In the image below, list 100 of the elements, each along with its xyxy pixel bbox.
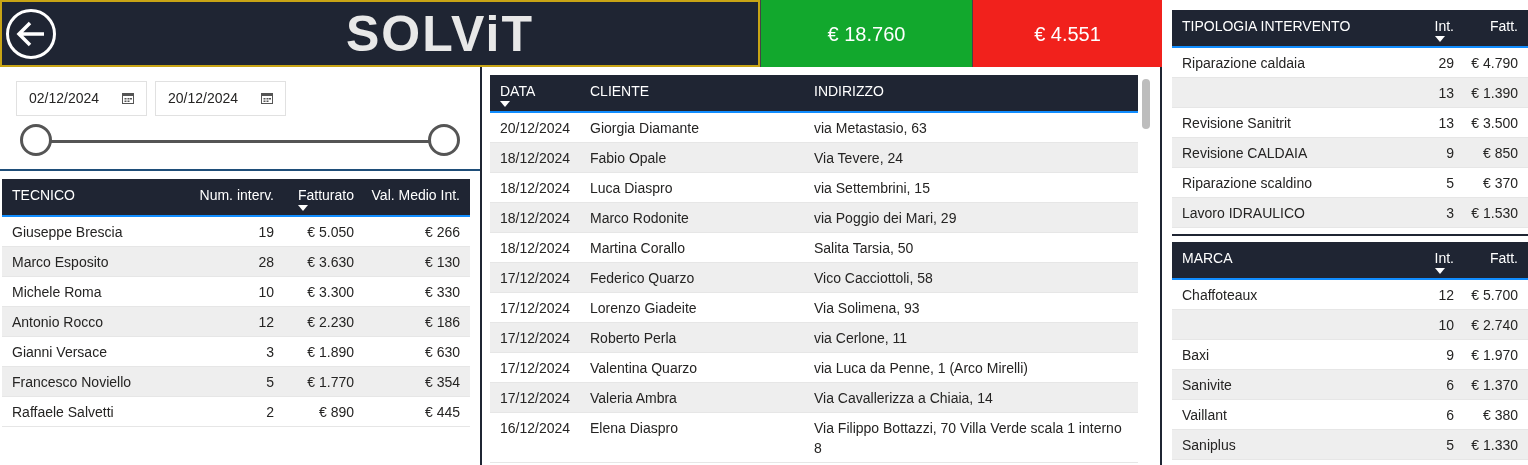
table-cell: € 354 <box>424 374 460 390</box>
table-cell: 18/12/2024 <box>500 240 571 256</box>
table-cell: 10 <box>258 284 274 300</box>
table-cell: 17/12/2024 <box>500 300 571 316</box>
table-cell: Marco Rodonite <box>590 210 689 226</box>
table-cell: Marco Esposito <box>12 254 109 270</box>
table-cell: Valeria Ambra <box>590 390 677 406</box>
table-cell: Roberto Perla <box>590 330 677 346</box>
table-cell: € 2.230 <box>307 314 354 330</box>
table-cell: Lavoro IDRAULICO <box>1182 205 1305 221</box>
table-cell: € 1.330 <box>1471 437 1518 453</box>
table-cell: via Luca da Penne, 1 (Arco Mirelli) <box>814 360 1028 376</box>
table-cell: 5 <box>1446 437 1454 453</box>
table-cell: Luca Diaspro <box>590 180 673 196</box>
column-header[interactable]: MARCA <box>1182 250 1233 266</box>
table-cell: via Poggio dei Mari, 29 <box>814 210 957 226</box>
table-cell: Via Cavallerizza a Chiaia, 14 <box>814 390 993 406</box>
table-cell: Elena Diaspro <box>590 420 678 436</box>
slider-thumb[interactable] <box>428 124 460 156</box>
date-field[interactable]: 20/12/2024 <box>155 81 286 116</box>
table-cell: Fabio Opale <box>590 150 667 166</box>
calendar-icon <box>122 93 134 104</box>
table-cell: Valentina Quarzo <box>590 360 698 376</box>
table-cell: 17/12/2024 <box>500 270 571 286</box>
column-header[interactable]: Int. <box>1434 18 1454 34</box>
slider-thumb[interactable] <box>20 124 52 156</box>
calendar-icon <box>261 93 273 104</box>
table-cell: 10 <box>1438 317 1454 333</box>
table-cell: 12 <box>1438 287 1454 303</box>
table-cell: € 630 <box>424 344 460 360</box>
table-cell: Riparazione caldaia <box>1182 55 1305 71</box>
table-cell: Vaillant <box>1182 407 1227 423</box>
table-cell: 18/12/2024 <box>500 180 571 196</box>
table-cell: € 266 <box>424 224 460 240</box>
table-cell: € 3.630 <box>307 254 354 270</box>
table-cell: via Metastasio, 63 <box>814 120 927 136</box>
table-cell: Raffaele Salvetti <box>12 404 114 420</box>
column-header[interactable]: Fatturato <box>297 187 354 203</box>
table-cell: Chaffoteaux <box>1182 287 1258 303</box>
table-cell: Salita Tarsia, 50 <box>814 240 914 256</box>
table-cell: 18/12/2024 <box>500 210 571 226</box>
table-cell: Revisione Sanitrit <box>1182 115 1291 131</box>
table-cell: 6 <box>1446 377 1454 393</box>
table-cell: 6 <box>1446 407 1454 423</box>
table-cell: Via Solimena, 93 <box>814 300 920 316</box>
table-cell: € 5.700 <box>1471 287 1518 303</box>
table-cell: Antonio Rocco <box>12 314 104 330</box>
table-cell: 12 <box>258 314 274 330</box>
table-cell: 5 <box>266 374 274 390</box>
table-cell: Sanivite <box>1182 377 1232 393</box>
kpi-value: € 18.760 <box>827 21 906 47</box>
table-cell: € 1.890 <box>307 344 354 360</box>
table-cell: Vico Cacciottoli, 58 <box>814 270 933 286</box>
table-cell: € 850 <box>1482 145 1518 161</box>
table-cell: Baxi <box>1182 347 1210 363</box>
table-cell: 16/12/2024 <box>500 420 571 436</box>
scrollbar-thumb[interactable] <box>1142 79 1150 129</box>
table-cell: 2 <box>266 404 274 420</box>
table-cell: € 1.970 <box>1471 347 1518 363</box>
back-button[interactable] <box>6 8 56 59</box>
table-cell: € 890 <box>318 404 354 420</box>
table-cell: 9 <box>1446 347 1454 363</box>
logo: SOLViT <box>346 8 534 59</box>
column-header[interactable]: Int. <box>1434 250 1454 266</box>
table-cell: € 1.390 <box>1471 85 1518 101</box>
column-header[interactable]: TECNICO <box>12 187 75 203</box>
back-arrow-icon <box>16 20 46 47</box>
table-cell: Via Filippo Bottazzi, 70 Villa Verde scala 1 interno 8 <box>814 420 1122 456</box>
table-cell: 13 <box>1438 85 1454 101</box>
table-cell: 3 <box>266 344 274 360</box>
table-cell: 29 <box>1438 55 1454 71</box>
table-cell: € 1.370 <box>1471 377 1518 393</box>
table-cell: € 130 <box>424 254 460 270</box>
table-cell: Lorenzo Giadeite <box>590 300 697 316</box>
table-cell: 28 <box>258 254 274 270</box>
column-header[interactable]: Num. interv. <box>199 187 274 203</box>
column-header[interactable]: CLIENTE <box>590 83 650 99</box>
column-header[interactable]: TIPOLOGIA INTERVENTO <box>1182 18 1351 34</box>
table-cell: € 5.050 <box>307 224 354 240</box>
table-cell: € 3.300 <box>307 284 354 300</box>
date-field[interactable]: 02/12/2024 <box>16 81 147 116</box>
table-cell: 17/12/2024 <box>500 360 571 376</box>
table-cell: Francesco Noviello <box>12 374 132 390</box>
column-header[interactable]: INDIRIZZO <box>814 83 884 99</box>
column-header[interactable]: DATA <box>500 83 536 99</box>
table-cell: € 1.770 <box>307 374 354 390</box>
column-header[interactable]: Fatt. <box>1490 250 1518 266</box>
table-cell: € 4.790 <box>1471 55 1518 71</box>
table-cell: € 3.500 <box>1471 115 1518 131</box>
table-cell: Riparazione scaldino <box>1182 175 1312 191</box>
table-cell: Giorgia Diamante <box>590 120 699 136</box>
table-cell: Federico Quarzo <box>590 270 695 286</box>
table-cell: 19 <box>258 224 274 240</box>
table-cell: 18/12/2024 <box>500 150 571 166</box>
table-cell: via Cerlone, 11 <box>814 330 908 346</box>
table-cell: 9 <box>1446 145 1454 161</box>
table-cell: via Settembrini, 15 <box>814 180 930 196</box>
table-cell: € 186 <box>424 314 460 330</box>
column-header[interactable]: Fatt. <box>1490 18 1518 34</box>
column-header[interactable]: Val. Medio Int. <box>371 187 460 203</box>
